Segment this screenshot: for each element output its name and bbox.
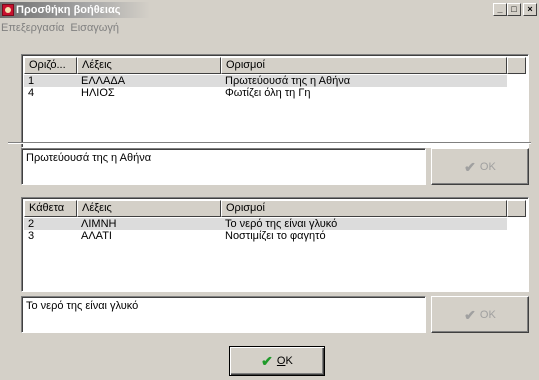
row-definition: Φωτίζει όλη τη Γη xyxy=(225,87,311,99)
row-number: 1 xyxy=(28,75,35,87)
down-ok-label: OK xyxy=(479,308,496,321)
column-header-down[interactable]: Κάθετα xyxy=(24,200,77,217)
table-row[interactable]: 4 ΗΛΙΟΣ Φωτίζει όλη τη Γη xyxy=(24,87,507,99)
ok-label-rest: K xyxy=(285,355,293,367)
separator xyxy=(8,142,531,144)
row-word: ΕΛΛΑΔΑ xyxy=(81,75,126,87)
ok-button[interactable]: ✔ OK xyxy=(229,346,325,376)
table-row[interactable]: 2 ΛΙΜΝΗ Το νερό της είναι γλυκό xyxy=(24,218,507,230)
title-bar[interactable]: Προσθήκη βοήθειας _ □ × xyxy=(0,0,539,20)
row-definition: Το νερό της είναι γλυκό xyxy=(225,218,338,230)
row-definition: Πρωτεύουσά της η Αθήνα xyxy=(225,75,351,87)
across-ok-button[interactable]: ✔ OK xyxy=(431,148,529,185)
column-header-definitions[interactable]: Ορισμοί xyxy=(221,57,507,74)
down-ok-button[interactable]: ✔ OK xyxy=(431,296,529,333)
row-number: 2 xyxy=(28,218,35,230)
across-list-header: Οριζό... Λέξεις Ορισμοί xyxy=(24,57,526,74)
row-definition: Νοστιμίζει το φαγητό xyxy=(225,230,326,242)
down-list[interactable]: Κάθετα Λέξεις Ορισμοί 2 ΛΙΜΝΗ Το νερό τη… xyxy=(21,197,529,292)
menu-insert[interactable]: Εισαγωγή xyxy=(67,22,122,34)
row-word: ΗΛΙΟΣ xyxy=(81,87,115,99)
row-word: ΑΛΑΤΙ xyxy=(81,230,112,242)
close-button[interactable]: × xyxy=(523,3,537,16)
menu-edit[interactable]: Επεξεργασία xyxy=(0,22,67,34)
minimize-button[interactable]: _ xyxy=(493,3,507,16)
column-header-filler xyxy=(507,57,526,74)
row-word: ΛΙΜΝΗ xyxy=(81,218,117,230)
column-header-words[interactable]: Λέξεις xyxy=(77,57,221,74)
table-row[interactable]: 3 ΑΛΑΤΙ Νοστιμίζει το φαγητό xyxy=(24,230,507,242)
menu-bar: Επεξεργασία Εισαγωγή xyxy=(0,20,122,36)
down-list-header: Κάθετα Λέξεις Ορισμοί xyxy=(24,200,526,217)
across-list[interactable]: Οριζό... Λέξεις Ορισμοί 1 ΕΛΛΑΔΑ Πρωτεύο… xyxy=(21,54,529,148)
title-area: Προσθήκη βοήθειας xyxy=(0,2,151,18)
across-definition-field[interactable]: Πρωτεύουσά της η Αθήνα xyxy=(21,148,426,185)
table-row[interactable]: 1 ΕΛΛΑΔΑ Πρωτεύουσά της η Αθήνα xyxy=(24,75,507,87)
column-header-across[interactable]: Οριζό... xyxy=(24,57,77,74)
window-controls: _ □ × xyxy=(493,3,537,16)
down-definition-field[interactable]: Το νερό της είναι γλυκό xyxy=(21,296,426,333)
row-number: 3 xyxy=(28,230,35,242)
ok-label: OK xyxy=(277,355,293,367)
check-icon: ✔ xyxy=(464,158,476,175)
window-title: Προσθήκη βοήθειας xyxy=(16,4,121,16)
column-header-words[interactable]: Λέξεις xyxy=(77,200,221,217)
column-header-filler xyxy=(507,200,526,217)
app-icon[interactable] xyxy=(2,4,14,16)
maximize-button[interactable]: □ xyxy=(507,3,521,16)
check-icon: ✔ xyxy=(261,353,273,369)
across-ok-label: OK xyxy=(479,160,496,173)
column-header-definitions[interactable]: Ορισμοί xyxy=(221,200,507,217)
row-number: 4 xyxy=(28,87,35,99)
check-icon: ✔ xyxy=(464,306,476,323)
